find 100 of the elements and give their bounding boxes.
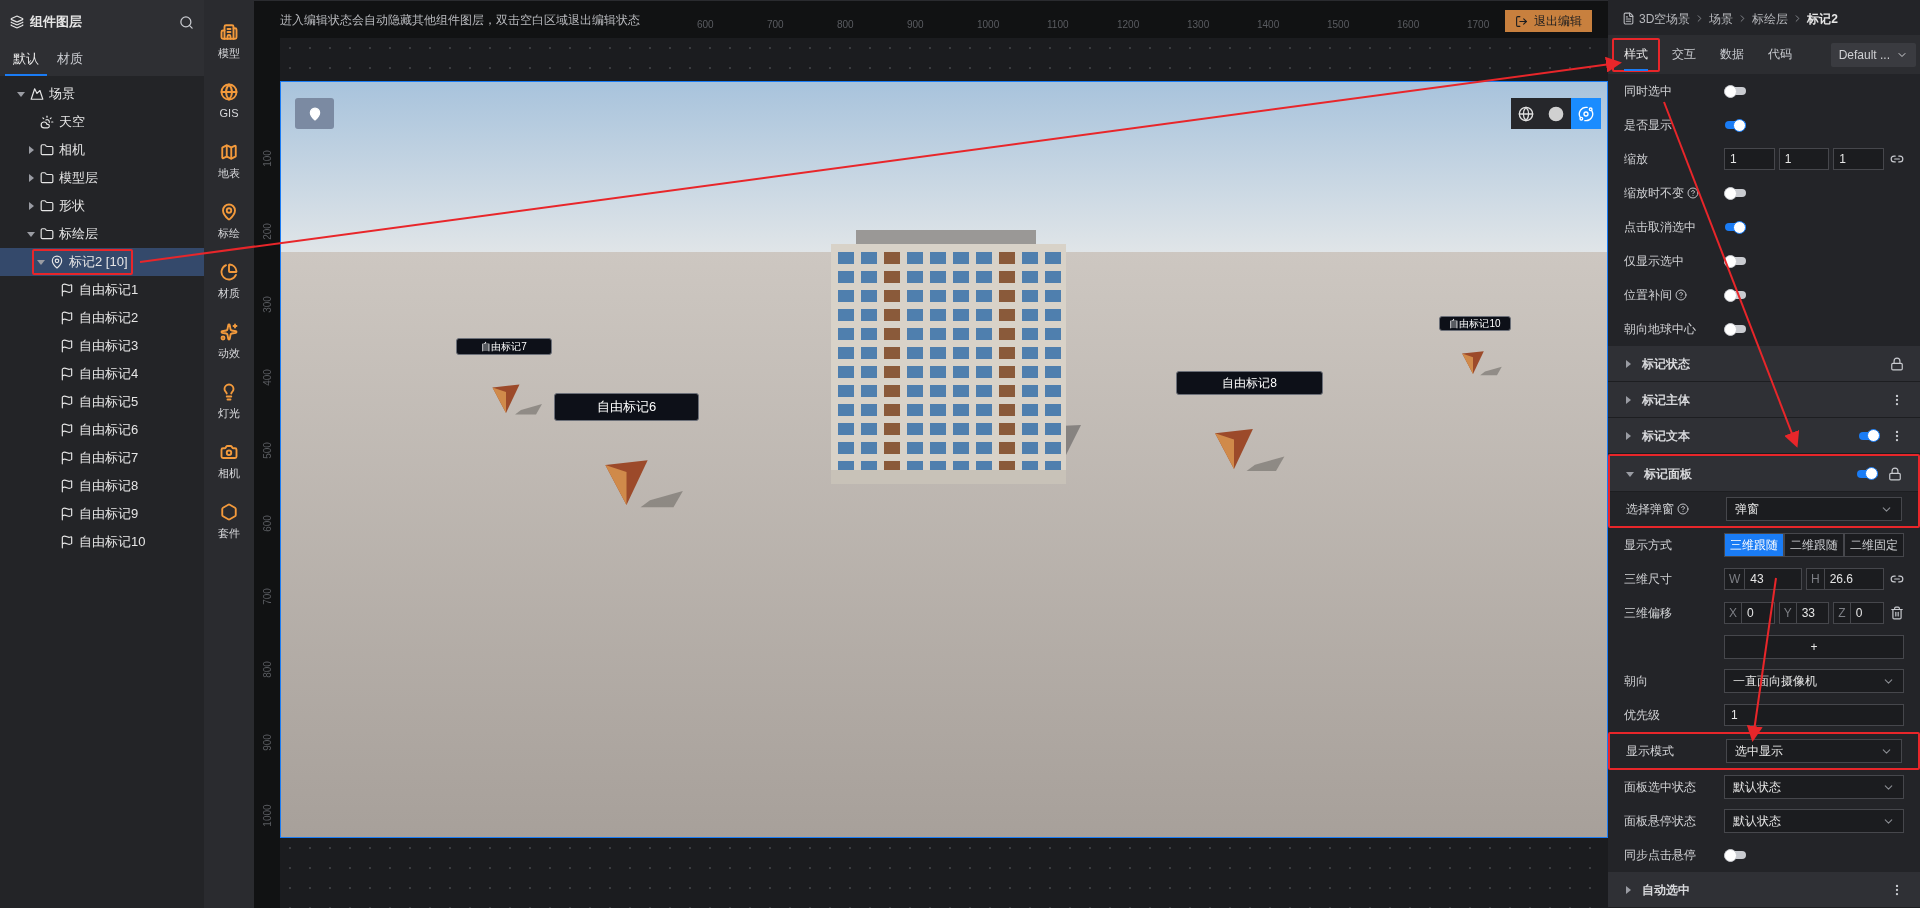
breadcrumb-item[interactable]: 3D空场景 (1639, 9, 1691, 28)
lock-icon[interactable] (1890, 356, 1904, 371)
search-icon[interactable] (179, 14, 194, 30)
link-icon[interactable] (1890, 572, 1904, 586)
toggle-switch[interactable] (1724, 254, 1746, 268)
number-field[interactable]: X 0 (1724, 602, 1775, 624)
toggle-switch[interactable] (1724, 848, 1746, 862)
section-header[interactable]: 自动选中 (1608, 872, 1920, 908)
trash-icon[interactable] (1890, 606, 1904, 620)
help-icon[interactable] (1675, 289, 1687, 301)
segment-option[interactable]: 二维固定 (1844, 533, 1904, 557)
toggle-switch[interactable] (1856, 466, 1878, 481)
tree-item[interactable]: 标绘层 (0, 220, 204, 248)
select-field[interactable]: 选中显示 (1726, 739, 1902, 763)
section-header[interactable]: 标记主体 (1608, 382, 1920, 418)
help-icon[interactable] (1677, 503, 1689, 515)
number-field[interactable]: 1 (1833, 148, 1884, 170)
tree-item[interactable]: 自由标记5 (0, 388, 204, 416)
toggle-switch[interactable] (1858, 428, 1880, 443)
caret-icon[interactable] (27, 230, 35, 238)
select-field[interactable]: 弹窗 (1726, 497, 1902, 521)
tree-item[interactable]: 自由标记1 (0, 276, 204, 304)
panel-tab[interactable]: 数据 (1708, 37, 1756, 72)
axis-label: H (1807, 569, 1825, 589)
toggle-switch[interactable] (1724, 220, 1746, 234)
tree-item[interactable]: 天空 (0, 108, 204, 136)
caret-icon[interactable] (27, 202, 35, 210)
caret-icon[interactable] (1624, 885, 1632, 894)
select-field[interactable]: 默认状态 (1724, 775, 1904, 799)
tree-item[interactable]: 自由标记7 (0, 444, 204, 472)
panel-tab[interactable]: 交互 (1660, 37, 1708, 72)
section-header[interactable]: 标记状态 (1608, 346, 1920, 382)
exit-edit-button[interactable]: 退出编辑 (1505, 10, 1592, 32)
panel-tab[interactable]: 材质 (49, 44, 91, 76)
tree-label: 自由标记10 (79, 533, 146, 552)
camera-icon (220, 442, 238, 461)
link-icon[interactable] (1890, 152, 1904, 166)
preset-dropdown[interactable]: Default ... (1830, 42, 1916, 67)
tree-item[interactable]: 自由标记2 (0, 304, 204, 332)
toggle-switch[interactable] (1724, 322, 1746, 336)
help-icon[interactable] (1687, 187, 1699, 199)
caret-icon[interactable] (27, 146, 35, 154)
panel-tab[interactable]: 默认 (5, 44, 47, 76)
caret-icon[interactable] (1624, 395, 1632, 404)
number-field[interactable]: 1 (1724, 148, 1775, 170)
number-field[interactable]: Z 0 (1833, 602, 1884, 624)
tool-button[interactable]: 灯光 (207, 376, 251, 428)
toggle-switch[interactable] (1724, 118, 1746, 132)
pin-button[interactable] (295, 98, 334, 129)
toggle-switch[interactable] (1724, 186, 1746, 200)
number-field[interactable]: 1 (1778, 148, 1830, 170)
caret-icon[interactable] (1626, 469, 1634, 478)
caret-icon[interactable] (1624, 431, 1632, 440)
section-header[interactable]: 标记文本 (1608, 418, 1920, 454)
number-field[interactable]: 1 (1724, 704, 1904, 726)
field-label: 点击取消选中 (1624, 219, 1696, 236)
axis-label: X (1725, 603, 1742, 623)
caret-icon[interactable] (1624, 359, 1632, 368)
tool-button[interactable]: 相机 (207, 436, 251, 488)
tool-button[interactable]: GIS (207, 76, 251, 128)
tree-item[interactable]: 场景 (0, 80, 204, 108)
tree-item[interactable]: 自由标记10 (0, 528, 204, 556)
tool-button[interactable]: 动效 (207, 316, 251, 368)
panel-tab[interactable]: 代码 (1756, 37, 1804, 72)
caret-icon[interactable] (37, 258, 45, 266)
tool-button[interactable]: 材质 (207, 256, 251, 308)
tree-item[interactable]: 自由标记8 (0, 472, 204, 500)
tree-item[interactable]: 自由标记9 (0, 500, 204, 528)
segment-option[interactable]: 三维跟随 (1724, 533, 1784, 557)
select-field[interactable]: 默认状态 (1724, 809, 1904, 833)
breadcrumb-item[interactable]: 场景 (1709, 9, 1734, 28)
breadcrumb-item[interactable]: 标记2 (1807, 9, 1839, 28)
segment-option[interactable]: 二维跟随 (1784, 533, 1844, 557)
toggle-switch[interactable] (1724, 288, 1746, 302)
tree-item[interactable]: 模型层 (0, 164, 204, 192)
tool-button[interactable]: 套件 (207, 496, 251, 548)
tree-item[interactable]: 标记2 [10] (0, 248, 204, 276)
tree-item[interactable]: 自由标记4 (0, 360, 204, 388)
number-field[interactable]: H 26.6 (1806, 568, 1884, 590)
scene-viewport[interactable]: 自由标记7 自由标记6 自由标记8 自由标记10 (280, 81, 1608, 838)
add-button[interactable]: + (1724, 635, 1904, 659)
tree-item[interactable]: 相机 (0, 136, 204, 164)
panel-tab[interactable]: 样式 (1612, 37, 1660, 72)
section-header[interactable]: 标记面板 (1610, 456, 1918, 492)
tool-button[interactable]: 标绘 (207, 196, 251, 248)
number-field[interactable]: Y 33 (1778, 602, 1830, 624)
breadcrumb-item[interactable]: 标绘层 (1752, 9, 1789, 28)
caret-icon[interactable] (27, 174, 35, 182)
ruler-label: 500 (260, 442, 274, 459)
number-field[interactable]: W 43 (1724, 568, 1802, 590)
field-value: 0 (1854, 605, 1864, 622)
tool-button[interactable]: 地表 (207, 136, 251, 188)
tree-item[interactable]: 形状 (0, 192, 204, 220)
lock-icon[interactable] (1888, 466, 1902, 481)
tool-button[interactable]: 模型 (207, 16, 251, 68)
tree-item[interactable]: 自由标记6 (0, 416, 204, 444)
field-label: 同步点击悬停 (1624, 847, 1696, 864)
tree-item[interactable]: 自由标记3 (0, 332, 204, 360)
toggle-switch[interactable] (1724, 84, 1746, 98)
caret-icon[interactable] (17, 90, 25, 98)
